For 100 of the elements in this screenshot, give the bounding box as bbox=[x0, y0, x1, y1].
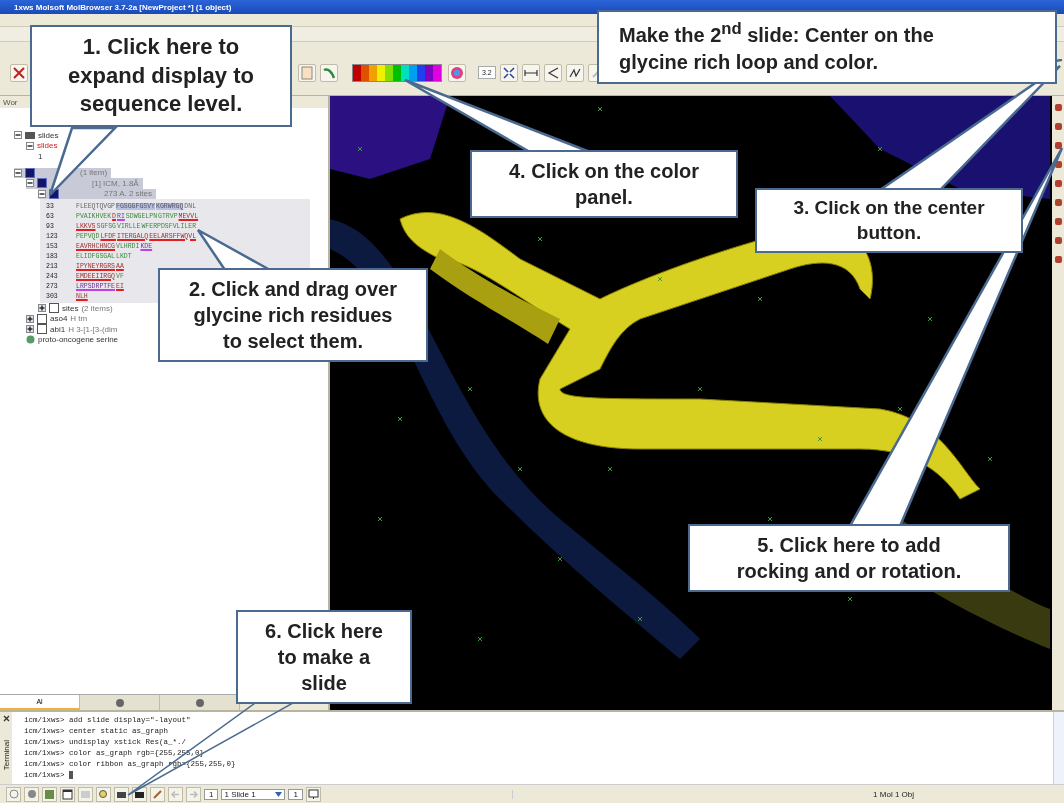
slide-count-field[interactable]: 1 bbox=[288, 788, 303, 800]
atom-marker bbox=[357, 146, 363, 152]
atom-marker bbox=[477, 636, 483, 642]
caret-icon bbox=[275, 791, 283, 797]
slide-dropdown[interactable]: 1 Slide 1 bbox=[221, 788, 286, 800]
tree-row[interactable]: 1 bbox=[38, 151, 47, 162]
tree-label: proto-oncogene serine bbox=[38, 335, 119, 345]
callout-tooltip: 6. Click here to make a slide bbox=[236, 610, 412, 704]
collapse-icon[interactable] bbox=[26, 141, 34, 150]
collapse-icon[interactable] bbox=[38, 189, 46, 198]
text-cursor bbox=[68, 770, 73, 779]
color-swatch[interactable] bbox=[409, 64, 417, 81]
tree-label: slides bbox=[37, 141, 58, 151]
tool-icon[interactable] bbox=[1054, 104, 1062, 111]
panel-tab[interactable] bbox=[80, 695, 160, 710]
color-wheel-icon[interactable] bbox=[448, 63, 466, 82]
pencil-icon[interactable] bbox=[150, 786, 165, 802]
angle-icon[interactable] bbox=[543, 63, 562, 82]
terminal-label: Terminal bbox=[1, 740, 11, 771]
atom-marker bbox=[767, 516, 773, 522]
color-palette[interactable] bbox=[352, 63, 442, 82]
atom-marker bbox=[397, 416, 403, 422]
expand-icon[interactable] bbox=[38, 304, 46, 313]
tree-row[interactable]: slides bbox=[14, 130, 63, 141]
atom-marker bbox=[817, 436, 823, 442]
color-swatch[interactable] bbox=[425, 64, 433, 81]
tree-row[interactable]: slides bbox=[26, 140, 62, 151]
color-swatch[interactable] bbox=[417, 64, 425, 81]
tool-icon[interactable] bbox=[1054, 256, 1062, 263]
color-swatch[interactable] bbox=[401, 64, 409, 81]
camera-icon[interactable] bbox=[114, 786, 129, 802]
tool-icon[interactable] bbox=[1054, 218, 1062, 225]
torsion-icon[interactable] bbox=[565, 63, 584, 82]
callout-tooltip: 4. Click on the color panel. bbox=[470, 150, 738, 218]
square-icon bbox=[37, 178, 47, 189]
panel-title: Wor bbox=[3, 97, 18, 107]
color-swatch[interactable] bbox=[361, 64, 369, 81]
tool-icon[interactable] bbox=[1054, 123, 1062, 130]
circle-icon bbox=[114, 697, 125, 708]
atom-marker bbox=[377, 516, 383, 522]
color-swatch[interactable] bbox=[433, 64, 441, 81]
tree-detail: 273 A. 2 sites bbox=[104, 189, 153, 199]
checkbox[interactable] bbox=[37, 324, 47, 335]
color-swatch[interactable] bbox=[377, 64, 385, 81]
color-swatch[interactable] bbox=[353, 64, 361, 81]
panel-tab[interactable] bbox=[160, 695, 240, 710]
scroll-bar[interactable] bbox=[1053, 712, 1064, 784]
atom-marker bbox=[467, 386, 473, 392]
cross-icon[interactable] bbox=[10, 63, 28, 82]
atom-marker bbox=[637, 616, 643, 622]
atom-marker bbox=[537, 236, 543, 242]
atom-marker bbox=[657, 276, 663, 282]
tree-row[interactable]: abi1 H 3-[1-[3-(dim bbox=[26, 324, 122, 335]
status-text: 1 Mol 1 Obj bbox=[512, 789, 914, 799]
expand-arrows-icon[interactable] bbox=[499, 63, 518, 82]
tree-label: aso4 bbox=[50, 314, 68, 324]
tree-row[interactable]: aso4 H tm bbox=[26, 313, 92, 324]
tool-icon[interactable] bbox=[1054, 142, 1062, 149]
distance-icon[interactable] bbox=[521, 63, 540, 82]
color-swatch[interactable] bbox=[385, 64, 393, 81]
monitor-icon[interactable] bbox=[305, 786, 321, 802]
tree-row[interactable]: proto-oncogene serine bbox=[26, 334, 123, 345]
atom-marker bbox=[517, 466, 523, 472]
expand-icon[interactable] bbox=[26, 314, 34, 323]
tree-label: sites bbox=[62, 303, 79, 313]
atom-marker bbox=[927, 316, 933, 322]
tool-icon[interactable] bbox=[1054, 180, 1062, 187]
tree-label: abi1 bbox=[50, 324, 66, 334]
tool-icon[interactable] bbox=[1054, 199, 1062, 206]
collapse-icon[interactable] bbox=[14, 131, 22, 140]
checkbox[interactable] bbox=[37, 313, 47, 324]
collapse-icon[interactable] bbox=[26, 179, 34, 188]
atom-marker bbox=[557, 556, 563, 562]
atom-marker bbox=[757, 296, 763, 302]
atom-marker bbox=[897, 406, 903, 412]
tree-detail: H tm bbox=[70, 314, 88, 324]
slide-number-field[interactable]: 1 bbox=[204, 788, 219, 800]
expand-icon[interactable] bbox=[26, 325, 34, 334]
atom-marker bbox=[597, 106, 603, 112]
tree-label: 1 bbox=[38, 151, 43, 161]
callout-tooltip: 3. Click on the center button. bbox=[755, 188, 1023, 254]
tool-icon[interactable] bbox=[1054, 237, 1062, 244]
globe-icon bbox=[26, 335, 35, 345]
collapse-icon[interactable] bbox=[14, 168, 22, 177]
window-icon[interactable] bbox=[60, 786, 75, 802]
circle-icon[interactable] bbox=[6, 786, 21, 802]
checkbox[interactable] bbox=[49, 303, 59, 314]
ribbon-icon[interactable] bbox=[320, 63, 338, 82]
magnifier-icon[interactable] bbox=[96, 786, 111, 802]
atom-marker bbox=[847, 596, 853, 602]
close-icon[interactable] bbox=[2, 715, 10, 722]
callout-tooltip: 5. Click here to add rocking and or rotation. bbox=[688, 524, 1010, 592]
tree-label: slides bbox=[38, 130, 59, 140]
tree-detail: [1] ICM, 1.8Å bbox=[92, 178, 139, 188]
tree-detail: (1 item) bbox=[80, 168, 108, 178]
color-swatch[interactable] bbox=[369, 64, 377, 81]
atom-marker bbox=[697, 386, 703, 392]
color-swatch[interactable] bbox=[393, 64, 401, 81]
tree-row[interactable]: sites (2 items) bbox=[38, 303, 117, 314]
tree-detail: (2 items) bbox=[81, 303, 113, 313]
